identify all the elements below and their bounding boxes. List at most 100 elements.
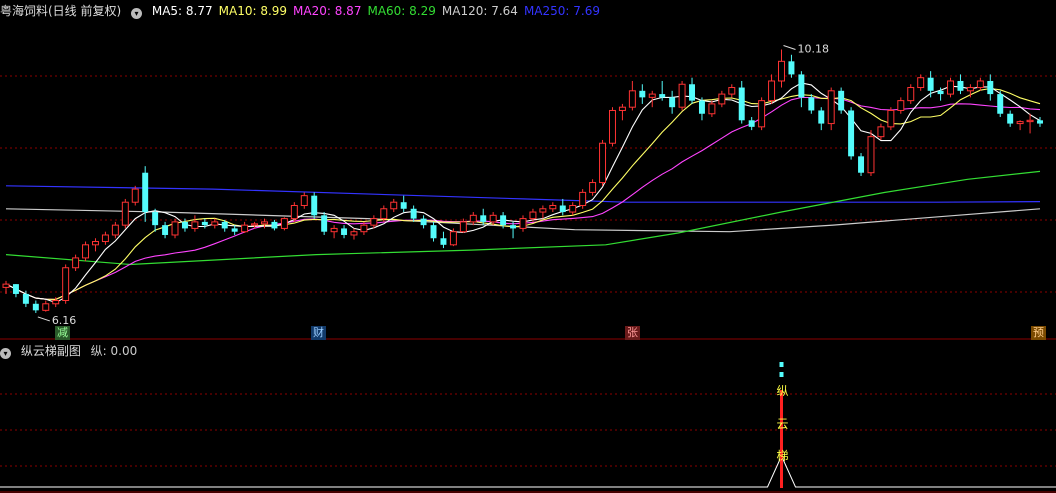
candle-body: [927, 77, 934, 91]
candle-body: [539, 208, 547, 213]
candle-body: [181, 221, 188, 229]
candle-body: [171, 221, 179, 236]
candle-body: [390, 201, 398, 210]
ma10-line: [5, 87, 1041, 300]
candle-body: [251, 223, 259, 226]
event-marker-2[interactable]: 张: [625, 326, 640, 340]
candle-body: [489, 214, 497, 223]
candle-body: [72, 257, 80, 269]
candle-body: [549, 204, 557, 210]
indicator-char: 纵: [777, 384, 789, 398]
candle-body: [440, 238, 447, 245]
candle-body: [838, 90, 845, 111]
candle-body: [559, 205, 566, 213]
candle-body: [698, 100, 705, 114]
candle-body: [728, 87, 736, 95]
event-marker-3[interactable]: 预: [1031, 326, 1046, 340]
candle-body: [321, 215, 328, 232]
candle-body: [341, 228, 348, 235]
candle-body: [648, 93, 656, 98]
candle-body: [469, 214, 477, 223]
candle-body: [449, 231, 457, 246]
candle-body: [52, 300, 60, 305]
candle-body: [887, 109, 895, 128]
candle-body: [62, 267, 70, 302]
candle-body: [718, 93, 726, 105]
candle-body: [201, 221, 208, 226]
indicator-line: [0, 454, 1056, 488]
candle-body: [500, 215, 507, 226]
low-price-label: 6.16: [52, 314, 76, 327]
candle-body: [957, 80, 964, 91]
candle-body: [32, 303, 39, 311]
candle-body: [410, 208, 417, 219]
indicator-bar: [780, 390, 783, 488]
candle-body: [798, 74, 805, 98]
candle-body: [142, 172, 149, 213]
candle-body: [370, 218, 378, 226]
candle-body: [121, 201, 129, 226]
candle-body: [400, 202, 407, 209]
event-marker-1[interactable]: 财: [311, 326, 326, 340]
candle-body: [589, 182, 597, 193]
candle-body: [519, 218, 527, 229]
candle-body: [91, 241, 99, 246]
candle-body: [579, 191, 587, 206]
candle-body: [1026, 119, 1034, 123]
candle-body: [231, 228, 238, 232]
candle-body: [818, 110, 825, 124]
candle-body: [608, 109, 616, 144]
indicator-dash: [779, 372, 784, 377]
candle-body: [907, 87, 915, 102]
ma250-line: [5, 185, 1041, 203]
candle-body: [330, 227, 338, 233]
candle-body: [480, 215, 487, 222]
candle-body: [768, 80, 776, 102]
candle-body: [152, 212, 159, 226]
candle-body: [778, 60, 785, 82]
low-price-label-arrow: [37, 316, 50, 322]
candle-body: [101, 234, 109, 243]
candle-body: [639, 90, 646, 98]
candle-body: [689, 84, 696, 101]
candle-body: [459, 221, 467, 233]
candle-body: [22, 293, 29, 304]
candle-body: [937, 90, 944, 95]
candle-body: [82, 244, 90, 259]
candle-body: [659, 94, 666, 98]
candle-body: [947, 80, 955, 95]
candle-body: [1037, 120, 1043, 124]
candle-body: [738, 87, 745, 121]
candle-body: [290, 204, 298, 220]
indicator-char: 云: [777, 417, 789, 431]
candle-body: [211, 221, 219, 226]
candle-body: [848, 110, 855, 157]
candle-body: [987, 80, 994, 95]
candle-body: [311, 195, 318, 216]
candle-body: [271, 221, 278, 229]
candle-body: [360, 224, 368, 233]
candle-body: [162, 225, 169, 235]
candle-body: [599, 142, 607, 184]
candle-body: [748, 120, 755, 127]
candle-body: [758, 100, 766, 128]
candle-body: [827, 90, 835, 125]
candle-body: [678, 83, 686, 108]
candle-body: [867, 136, 875, 174]
candle-body: [997, 94, 1004, 114]
candle-body: [708, 103, 716, 115]
candle-body: [300, 195, 308, 206]
candle-body: [788, 61, 795, 75]
candle-body: [131, 188, 139, 203]
candle-body: [350, 231, 358, 236]
candle-body: [241, 224, 249, 233]
candle-body: [191, 221, 199, 229]
event-marker-0[interactable]: 减: [55, 326, 70, 340]
candle-body: [280, 218, 288, 229]
candle-body: [430, 225, 437, 239]
high-price-label: 10.18: [798, 43, 830, 56]
candle-body: [669, 97, 676, 108]
candle-body: [261, 221, 268, 225]
price-chart[interactable]: 10.18 6.16 纵云梯: [0, 0, 1056, 493]
candle-body: [966, 87, 974, 92]
